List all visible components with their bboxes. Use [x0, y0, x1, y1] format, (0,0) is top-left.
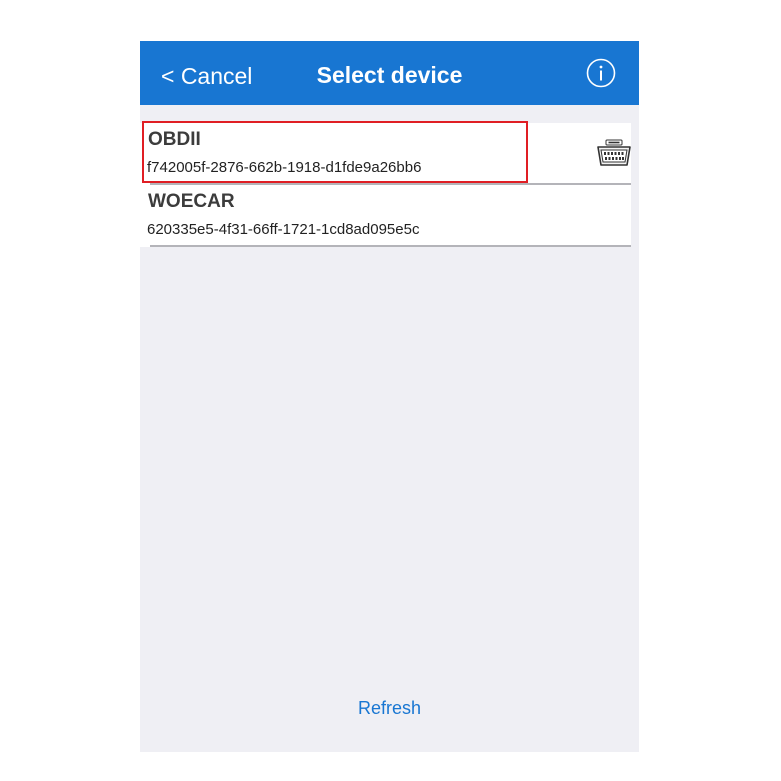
device-name: WOECAR — [148, 191, 235, 212]
row-divider — [150, 245, 631, 247]
navigation-bar: < Cancel Select device — [140, 41, 639, 105]
info-icon[interactable] — [586, 58, 616, 88]
obd-connector-icon — [597, 139, 631, 166]
cancel-button[interactable]: < Cancel — [161, 61, 252, 91]
device-list: OBDII f742005f-2876-662b-1918-d1fde9a26b… — [140, 123, 631, 247]
device-uuid: f742005f-2876-662b-1918-d1fde9a26bb6 — [147, 159, 422, 176]
device-select-screen: < Cancel Select device OBDII f742005f-28… — [140, 41, 639, 752]
refresh-button[interactable]: Refresh — [140, 696, 639, 720]
device-uuid: 620335e5-4f31-66ff-1721-1cd8ad095e5c — [147, 221, 420, 238]
device-name: OBDII — [148, 129, 201, 150]
device-row-obdii[interactable]: OBDII f742005f-2876-662b-1918-d1fde9a26b… — [140, 123, 631, 185]
device-row-woecar[interactable]: WOECAR 620335e5-4f31-66ff-1721-1cd8ad095… — [140, 185, 631, 247]
